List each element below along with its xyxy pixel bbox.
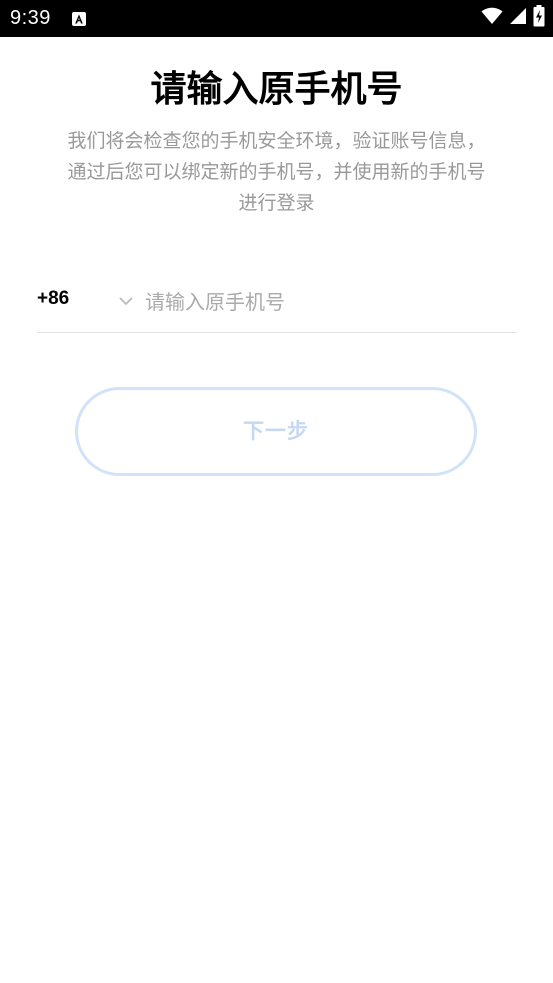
chevron-down-icon[interactable] <box>118 293 134 309</box>
accessibility-a-icon <box>72 11 86 26</box>
status-bar: 9:39 <box>0 0 553 37</box>
status-time: 9:39 <box>10 7 51 29</box>
subtitle-line: 通过后您可以绑定新的手机号，并使用新的手机号 <box>67 161 486 183</box>
next-step-button[interactable]: 下一步 <box>75 387 477 476</box>
phone-number-input[interactable] <box>145 284 505 320</box>
phone-input-row: +86 <box>37 276 517 333</box>
subtitle-line: 我们将会检查您的手机安全环境，验证账号信息， <box>67 130 486 152</box>
country-code-selector[interactable]: +86 <box>37 288 69 310</box>
subtitle-line: 进行登录 <box>238 192 315 214</box>
battery-charging-icon <box>533 5 545 31</box>
page-title: 请输入原手机号 <box>150 69 403 110</box>
status-icons <box>481 5 545 31</box>
cellular-signal-icon <box>509 7 527 29</box>
wifi-icon <box>481 7 503 29</box>
page-subtitle: 我们将会检查您的手机安全环境，验证账号信息， 通过后您可以绑定新的手机号，并使用… <box>30 126 523 219</box>
